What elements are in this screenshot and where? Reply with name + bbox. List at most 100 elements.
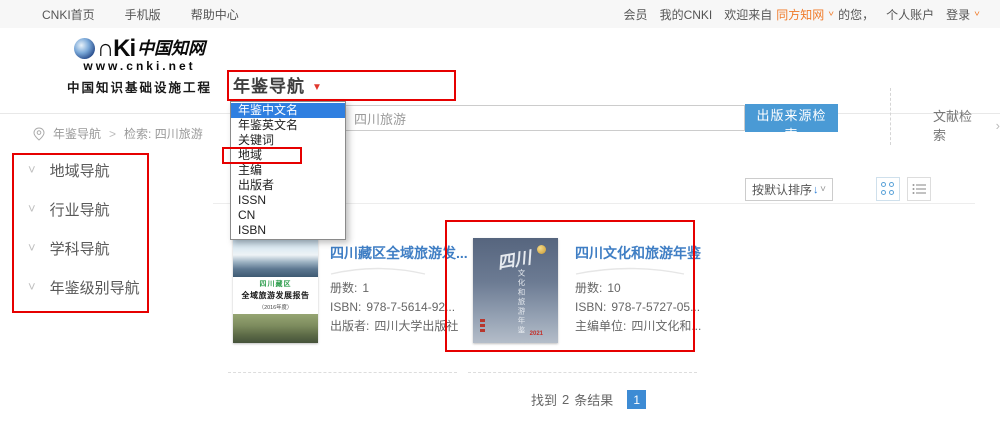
field-value: 四川文化和... [631,320,701,332]
topbar-link-cnki-home[interactable]: CNKI首页 [42,6,95,23]
grid-view-button[interactable] [876,177,900,201]
doc-search-arrow-icon: › [996,118,1000,133]
topbar-links: CNKI首页 手机版 帮助中心 [42,0,239,28]
topbar-link-mobile[interactable]: 手机版 [125,6,161,23]
topbar-link-my-cnki[interactable]: 我的CNKI [660,6,713,23]
cover-gold-seal-icon [537,245,546,254]
org-link[interactable]: 同方知网 [776,6,824,23]
breadcrumb-root[interactable]: 年鉴导航 [53,125,101,142]
page-1-button[interactable]: 1 [627,390,646,409]
topbar-link-account[interactable]: 个人账户 [886,6,934,23]
welcome-prefix: 欢迎来自 [724,6,772,23]
list-view-button[interactable] [907,177,931,201]
search-field-dropdown: 年鉴中文名 年鉴英文名 关键词 地域 主编 出版者 ISSN CN ISBN [230,101,346,240]
breadcrumb-separator: > [109,127,116,141]
sidebar-item-industry-nav[interactable]: ˅ 行业导航 [28,200,110,218]
dropdown-option-yearbook-cn-name[interactable]: 年鉴中文名 [231,103,345,118]
login-chevron-down-icon[interactable]: ˅ [974,10,980,19]
field-volume-count: 册数: 1 [330,282,470,294]
cnki-yearbook-page: CNKI首页 手机版 帮助中心 会员 我的CNKI 欢迎来自 同方知网 ˅ 的您… [0,0,1000,435]
cover-year-text: （2016年度） [237,302,314,310]
chevron-down-icon: ˅ [28,243,36,253]
header-divider [890,88,891,145]
breadcrumb: 年鉴导航 > 检索: 四川旅游 [33,125,203,142]
topbar-link-help[interactable]: 帮助中心 [191,6,239,23]
field-publisher: 出版者: 四川大学出版社 [330,320,470,332]
cnki-logo[interactable]: ∩Ki 中国知网 www.cnki.net 中国知识基础设施工程 [52,38,227,96]
field-volume-count: 册数: 10 [575,282,715,294]
result-card-1: 四川藏区全域旅游发... 册数: 1 ISBN: 978-7-5614-92..… [330,243,470,332]
dropdown-option-region[interactable]: 地域 [231,148,345,163]
title-caret-down-icon[interactable]: ▼ [312,82,323,93]
card-divider [468,372,697,373]
dropdown-option-issn[interactable]: ISSN [231,193,345,208]
field-label: ISBN: [575,301,606,313]
doc-search-label: 文献检索 [933,106,980,144]
card-divider [228,372,457,373]
doc-search-link[interactable]: 文献检索 › [933,106,1000,144]
sidebar-item-label: 行业导航 [50,199,110,220]
list-view-icon [912,183,926,195]
logo-cn-name: 中国知网 [137,40,205,59]
chevron-down-icon: ˅ [28,165,36,175]
logo-url: www.cnki.net [52,59,227,73]
field-chief-editor-org: 主编单位: 四川文化和... [575,320,715,332]
sidebar-item-subject-nav[interactable]: ˅ 学科导航 [28,239,110,257]
dropdown-option-yearbook-en-name[interactable]: 年鉴英文名 [231,118,345,133]
title-underline-curve [575,267,685,275]
dropdown-option-chief-editor[interactable]: 主编 [231,163,345,178]
field-value: 978-7-5614-92... [366,301,455,313]
field-label: 册数: [330,282,357,294]
sidebar-item-region-nav[interactable]: ˅ 地域导航 [28,161,110,179]
publication-search-button[interactable]: 出版来源检索 [745,104,838,132]
page-title: 年鉴导航 ▼ [233,72,323,97]
welcome-suffix: 的您， [838,6,874,23]
cover-title-text: 全域旅游发展报告 [233,290,318,301]
dropdown-option-publisher[interactable]: 出版者 [231,178,345,193]
dropdown-option-keyword[interactable]: 关键词 [231,133,345,148]
sort-direction-arrow-icon: ↓ [813,184,819,196]
result-card-2: 四川文化和旅游年鉴 册数: 10 ISBN: 978-7-5727-05... … [575,243,715,332]
topbar-link-login[interactable]: 登录 [946,6,970,23]
chevron-down-icon: ˅ [28,204,36,214]
topbar-link-member[interactable]: 会员 [624,6,648,23]
search-input[interactable] [345,105,745,131]
sidebar-item-label: 学科导航 [50,238,110,259]
cover-red-seal-icon [480,319,485,333]
book-title-link[interactable]: 四川文化和旅游年鉴 [575,243,715,263]
cover-photo-mountains [233,237,318,277]
field-value: 四川大学出版社 [374,320,458,332]
field-label: 册数: [575,282,602,294]
topbar-account-area: 会员 我的CNKI 欢迎来自 同方知网 ˅ 的您， 个人账户 登录 ˅ [624,0,980,28]
field-label: 主编单位: [575,320,626,332]
logo-mark: ∩Ki [97,39,135,59]
summary-count: 2 [562,392,569,407]
sort-label: 按默认排序 [752,181,812,198]
globe-icon [74,38,95,59]
summary-prefix: 找到 [531,390,557,409]
org-chevron-down-icon[interactable]: ˅ [828,10,834,19]
breadcrumb-current: 检索: 四川旅游 [124,125,203,142]
field-label: 出版者: [330,320,369,332]
book-title-link[interactable]: 四川藏区全域旅游发... [330,243,470,263]
logo-slogan: 中国知识基础设施工程 [52,77,227,96]
summary-suffix: 条结果 [574,390,613,409]
sidebar-item-label: 年鉴级别导航 [50,277,140,298]
book-cover-sichuan-tibetan-tourism[interactable]: 四川藏区 全域旅游发展报告 （2016年度） [233,237,318,343]
sidebar-item-label: 地域导航 [50,160,110,181]
grid-view-icon [881,182,895,196]
top-bar: CNKI首页 手机版 帮助中心 会员 我的CNKI 欢迎来自 同方知网 ˅ 的您… [0,0,1000,29]
sort-select[interactable]: 按默认排序 ↓ ˅ [745,178,833,201]
field-value: 1 [362,282,369,294]
page-title-text: 年鉴导航 [233,77,305,96]
sidebar-item-level-nav[interactable]: ˅ 年鉴级别导航 [28,278,140,296]
dropdown-option-cn[interactable]: CN [231,208,345,223]
book-cover-sichuan-culture-tourism-yearbook[interactable]: 四川 文化和旅游年鉴 2021 [473,238,558,343]
results-summary: 找到 2 条结果 1 [531,390,646,409]
title-underline-curve [330,267,426,275]
welcome-text: 欢迎来自 同方知网 ˅ 的您， [724,6,874,23]
cover-year-text: 2021 [530,331,543,337]
dropdown-option-isbn[interactable]: ISBN [231,223,345,238]
location-pin-icon [33,127,45,141]
field-isbn: ISBN: 978-7-5614-92... [330,301,470,313]
